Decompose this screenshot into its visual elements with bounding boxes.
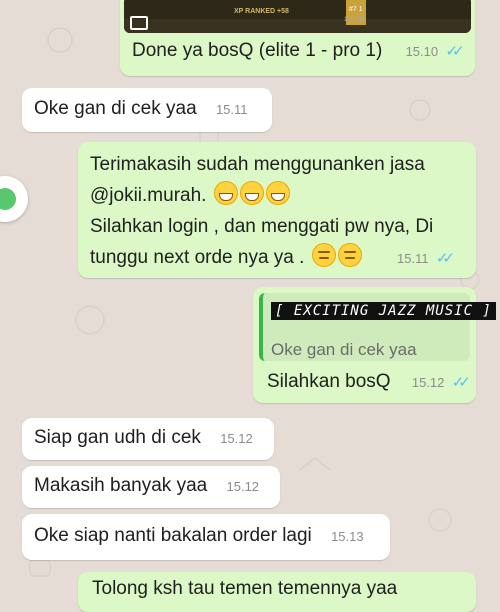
quoted-message[interactable]: [ EXCITING JAZZ MUSIC ] Oke gan di cek y… xyxy=(259,293,496,361)
message-bubble-incoming[interactable]: Oke siap nanti bakalan order lagi 15.13 xyxy=(22,514,390,560)
message-text: Oke gan di cek yaa xyxy=(34,98,197,119)
message-time: 15.11 xyxy=(215,102,248,117)
message-bubble-incoming[interactable]: Siap gan udh di cek 15.12 xyxy=(22,418,274,460)
read-ticks-icon: ✓✓ xyxy=(445,43,464,60)
image-overlay-text: XP RANKED +58 xyxy=(234,8,289,15)
message-text: Tolong ksh tau temen temennya yaa xyxy=(92,578,398,599)
message-time: 15.12 xyxy=(411,375,445,390)
message-time: 15.11 xyxy=(397,251,429,266)
message-bubble-outgoing[interactable]: Terimakasih sudah menggunanken jasa @jok… xyxy=(78,142,476,278)
message-line: tunggu next orde nya ya . xyxy=(90,247,305,268)
message-time: 15.12 xyxy=(226,479,260,494)
message-time: 15.10 xyxy=(405,44,439,59)
grinning-face-emoji-icon xyxy=(213,181,238,205)
message-line: Silahkan login , dan menggati pw nya, Di xyxy=(90,216,434,237)
relieved-face-emoji-icon xyxy=(337,243,362,267)
message-bubble-incoming[interactable]: Oke gan di cek yaa 15.11 xyxy=(22,88,272,132)
read-ticks-icon: ✓✓ xyxy=(451,374,471,391)
message-bubble-incoming[interactable]: Makasih banyak yaa 15.12 xyxy=(22,466,280,508)
message-text: Makasih banyak yaa xyxy=(34,475,208,496)
image-camera-icon xyxy=(130,16,148,30)
image-sub-text: 100 XP xyxy=(344,17,364,23)
message-bubble-outgoing[interactable]: Tolong ksh tau temen temennya yaa xyxy=(78,572,476,612)
image-preview[interactable]: XP RANKED +58 #7 1 100 XP xyxy=(124,0,471,33)
message-bubble-outgoing[interactable]: XP RANKED +58 #7 1 100 XP Done ya bosQ (… xyxy=(120,0,475,76)
grinning-face-emoji-icon xyxy=(265,181,290,205)
message-bubble-outgoing[interactable]: [ EXCITING JAZZ MUSIC ] Oke gan di cek y… xyxy=(253,287,496,403)
message-text: Silahkan bosQ xyxy=(267,371,391,392)
message-time: 15.13 xyxy=(331,529,364,544)
message-text: Oke siap nanti bakalan order lagi xyxy=(34,525,312,546)
message-line: @jokii.murah. xyxy=(90,185,207,206)
grinning-face-emoji-icon xyxy=(239,181,264,205)
quoted-message-text: Oke gan di cek yaa xyxy=(271,340,417,359)
quoted-message-header: [ EXCITING JAZZ MUSIC ] xyxy=(271,302,496,320)
message-text: Siap gan udh di cek xyxy=(34,427,201,448)
message-time: 15.12 xyxy=(220,431,253,446)
read-ticks-icon: ✓✓ xyxy=(435,250,455,267)
message-text: Done ya bosQ (elite 1 - pro 1) xyxy=(132,40,383,61)
message-line: Terimakasih sudah menggunanken jasa xyxy=(90,154,425,175)
relieved-face-emoji-icon xyxy=(311,243,336,267)
